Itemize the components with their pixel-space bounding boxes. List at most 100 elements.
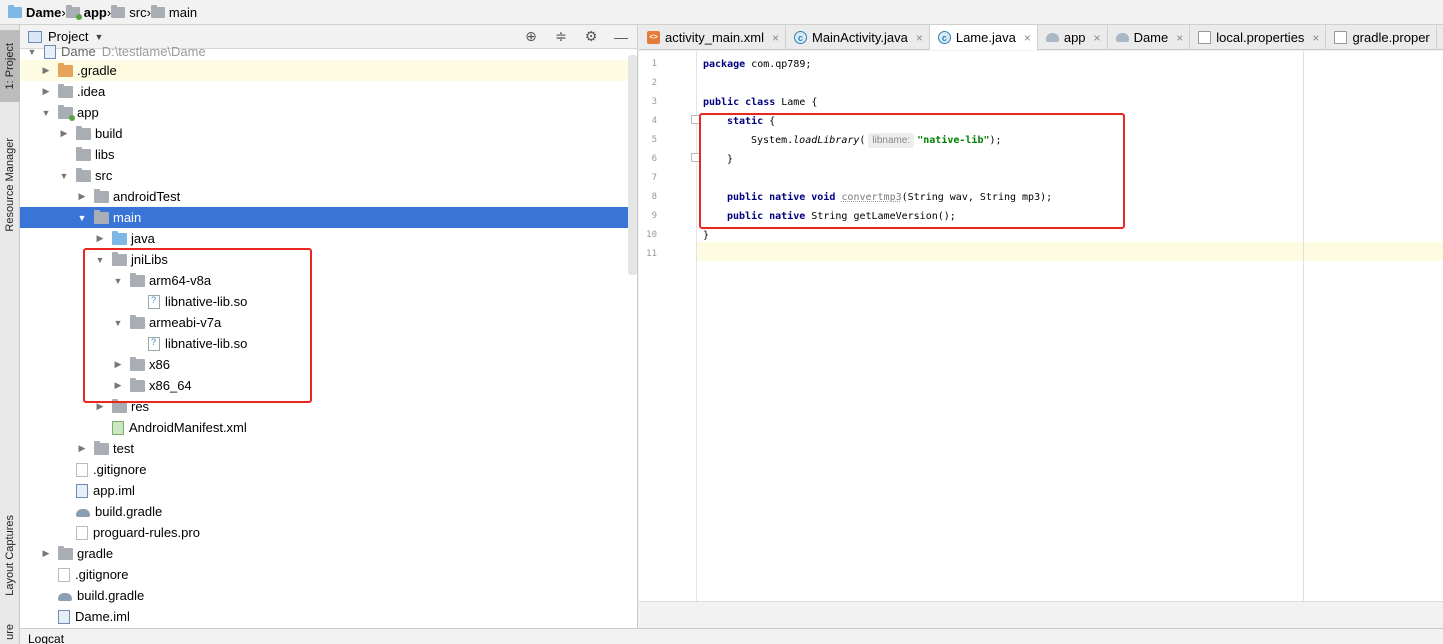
editor-tab[interactable]: local.properties × [1190,25,1327,50]
excluded-folder-icon [58,62,73,77]
project-view-dropdown-icon[interactable]: ▼ [94,32,103,42]
java-class-icon: c [937,31,951,44]
logcat-tab[interactable]: Logcat [28,632,64,644]
keyword-public-class: public class [703,97,776,108]
tree-row[interactable]: proguard-rules.pro [20,522,637,543]
editor-tab[interactable]: c Lame.java × [929,25,1038,50]
breadcrumb-item[interactable]: main [150,0,198,25]
folder-icon [58,83,73,98]
folder-icon [58,545,73,560]
editor-tab[interactable]: Dame × [1108,25,1191,50]
expand-arrow-icon[interactable]: ▶ [58,128,70,139]
project-scrollbar[interactable] [628,55,637,275]
editor-tab-label: MainActivity.java [811,30,908,45]
tree-row[interactable]: ▼ main [20,207,637,228]
tree-row[interactable]: ▶ .idea [20,81,637,102]
tree-row[interactable]: ▶ build [20,123,637,144]
breadcrumb-item[interactable]: src [111,0,147,25]
tree-item-label: build.gradle [95,504,163,519]
line-number: 5 [651,135,657,145]
tree-root-row[interactable]: ▼ Dame D:\testlame\Dame [20,41,637,62]
expand-arrow-icon[interactable]: ▶ [40,65,52,76]
editor-tab[interactable]: <> activity_main.xml × [639,25,786,50]
close-tab-icon[interactable]: × [1024,31,1031,45]
tree-row[interactable]: ▶ java [20,228,637,249]
tree-row[interactable]: ▼ src [20,165,637,186]
layout-captures-tab-label: Layout Captures [4,514,16,596]
tree-item-label: proguard-rules.pro [93,525,200,540]
editor-tab[interactable]: app × [1038,25,1108,50]
structure-tab-label: ure [4,624,16,640]
editor-tab-label: Dame [1133,30,1169,45]
line-number: 11 [646,249,657,259]
tree-row[interactable]: ▼ app [20,102,637,123]
tree-row[interactable]: app.iml [20,480,637,501]
tree-row[interactable]: libs [20,144,637,165]
close-tab-icon[interactable]: × [1094,31,1101,45]
tree-row[interactable]: ▶ androidTest [20,186,637,207]
tree-item-label: build.gradle [77,588,145,603]
expand-arrow-icon[interactable]: ▶ [94,233,106,244]
tree-row[interactable]: .gitignore [20,459,637,480]
breadcrumb-item[interactable]: Dame [8,0,61,25]
code-editor[interactable]: 1 2 3 4 5 6 7 8 9 10 11 package com.qp789; public … [639,51,1443,601]
editor-tab[interactable]: c MainActivity.java × [786,25,930,50]
structure-tool-tab[interactable]: ure [0,621,20,643]
editor-tab[interactable]: gradle.proper [1326,25,1437,50]
project-tool-tab-label: 1: Project [4,42,16,90]
gradle-icon [1045,33,1059,42]
expand-arrow-icon[interactable]: ▶ [76,191,88,202]
layout-captures-tool-tab[interactable]: Layout Captures [0,495,20,615]
tree-item-label: .gitignore [93,462,147,477]
tree-item-label: gradle [77,546,114,561]
editor-tab-label: Lame.java [955,30,1016,45]
collapse-arrow-icon[interactable]: ▼ [76,213,88,223]
tree-item-label: .gitignore [75,567,129,582]
tree-row[interactable]: build.gradle [20,585,637,606]
current-line-highlight [639,242,1443,261]
tree-row[interactable]: AndroidManifest.xml [20,417,637,438]
tree-item-label: java [131,231,155,246]
resource-manager-tool-tab[interactable]: Resource Manager [0,120,20,250]
text-file-icon [76,462,88,477]
collapse-arrow-icon[interactable]: ▼ [40,108,52,118]
left-tool-strip: 1: Project Resource Manager Layout Captu… [0,25,20,644]
folder-icon [94,188,109,203]
expand-arrow-icon[interactable]: ▶ [40,86,52,97]
expand-arrow-icon[interactable]: ▼ [26,47,38,57]
tree-row[interactable]: ▶ .gradle [20,60,637,81]
editor-tab-label: app [1063,30,1086,45]
tree-item-label: .gradle [77,63,117,78]
project-panel: Project ▼ ⊕ ≑ ⚙ — ▼ Dame D:\testlame\Dam… [20,25,638,628]
tree-row[interactable]: build.gradle [20,501,637,522]
editor-tab-label: local.properties [1216,30,1305,45]
resource-manager-tab-label: Resource Manager [4,138,16,232]
project-root-icon [44,44,56,59]
line-number: 2 [651,78,657,88]
tree-row[interactable]: ▶ gradle [20,543,637,564]
expand-arrow-icon[interactable]: ▶ [40,548,52,559]
package-name: com.qp789; [745,59,812,70]
expand-arrow-icon[interactable]: ▶ [76,443,88,454]
breadcrumb-item[interactable]: app [65,0,107,25]
breadcrumb-label: main [168,4,198,20]
editor-tab-label: activity_main.xml [665,30,764,45]
collapse-arrow-icon[interactable]: ▼ [58,171,70,181]
folder-icon [76,146,91,161]
close-tab-icon[interactable]: × [1312,31,1319,45]
close-tab-icon[interactable]: × [772,31,779,45]
tree-row[interactable]: Dame.iml [20,606,637,627]
close-tab-icon[interactable]: × [916,31,923,45]
project-tool-tab[interactable]: 1: Project [0,30,20,102]
close-tab-icon[interactable]: × [1176,31,1183,45]
tree-row[interactable]: .gitignore [20,564,637,585]
tree-item-label: test [113,441,134,456]
line-number: 8 [651,192,657,202]
properties-file-icon [1198,31,1212,44]
native-code-annotation-box [699,113,1125,229]
line-number: 4 [651,116,657,126]
line-number: 10 [646,230,657,240]
bottom-tool-bar: Logcat [20,628,1443,644]
gradle-icon [1115,33,1129,42]
tree-row[interactable]: ▶ test [20,438,637,459]
